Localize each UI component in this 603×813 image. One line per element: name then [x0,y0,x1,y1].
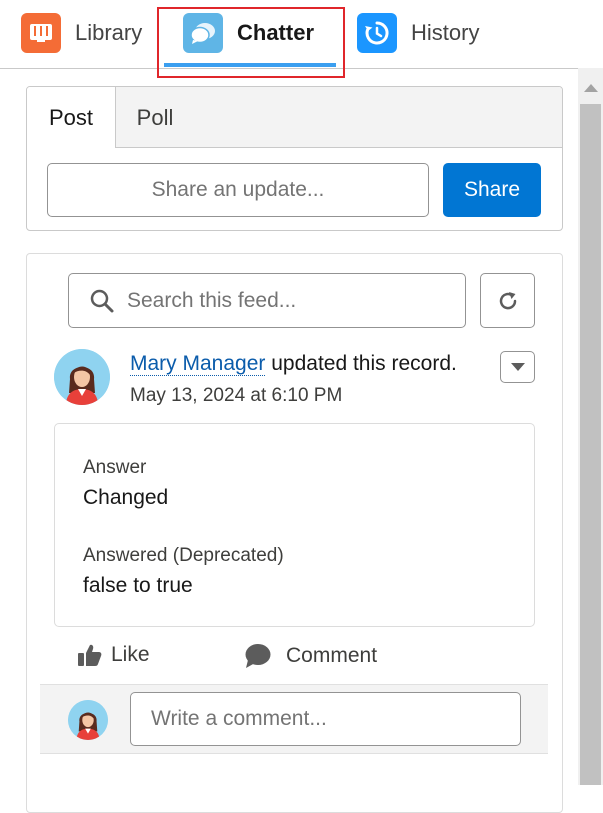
change-field-label: Answered (Deprecated) [83,545,284,566]
top-tab-bar: Library Chatter History [0,0,603,78]
current-user-avatar [68,700,108,740]
scroll-up-arrow-icon[interactable] [578,78,603,98]
like-label: Like [111,643,150,666]
post-action-text: updated this record. [265,352,457,375]
highlight-annotation-box [157,7,345,78]
share-button[interactable]: Share [443,163,541,217]
scroll-thumb[interactable] [580,104,601,785]
vertical-scrollbar[interactable] [578,68,603,785]
comment-button[interactable]: Comment [244,643,377,669]
change-field-value: Changed [83,486,169,509]
author-avatar[interactable] [54,349,110,405]
publisher-panel: Post Poll Share an update... Share [26,86,563,231]
tab-library-label: Library [75,20,143,45]
like-button[interactable]: Like [77,643,150,667]
refresh-icon [499,291,516,309]
tab-post[interactable]: Post [27,87,116,148]
tab-library[interactable]: Library [21,12,142,54]
refresh-button[interactable] [480,273,535,328]
thumbs-up-icon [78,644,102,666]
comment-label: Comment [286,644,378,667]
search-input[interactable]: Search this feed... [127,289,296,313]
author-link[interactable]: Mary Manager [130,352,266,376]
comment-input[interactable]: Write a comment... [130,692,521,746]
post-actions-dropdown[interactable] [500,351,535,383]
book-icon [21,13,61,53]
tab-history-label: History [411,20,480,45]
history-icon [357,13,397,53]
tab-poll[interactable]: Poll [115,87,195,148]
tracked-changes-box: Answer Changed Answered (Deprecated) fal… [54,423,535,627]
share-update-input[interactable]: Share an update... [47,163,429,217]
change-field-label: Answer [83,457,147,478]
tab-history[interactable]: History [357,12,479,54]
feed-search-box[interactable]: Search this feed... [68,273,466,328]
comment-bubble-icon [245,644,271,668]
post-header: Mary Manager updated this record. [130,352,457,376]
post-timestamp[interactable]: May 13, 2024 at 6:10 PM [130,385,342,407]
publisher-tab-bar: Post Poll [27,87,562,148]
search-icon [90,289,114,312]
change-field-value: false to true [83,574,193,597]
